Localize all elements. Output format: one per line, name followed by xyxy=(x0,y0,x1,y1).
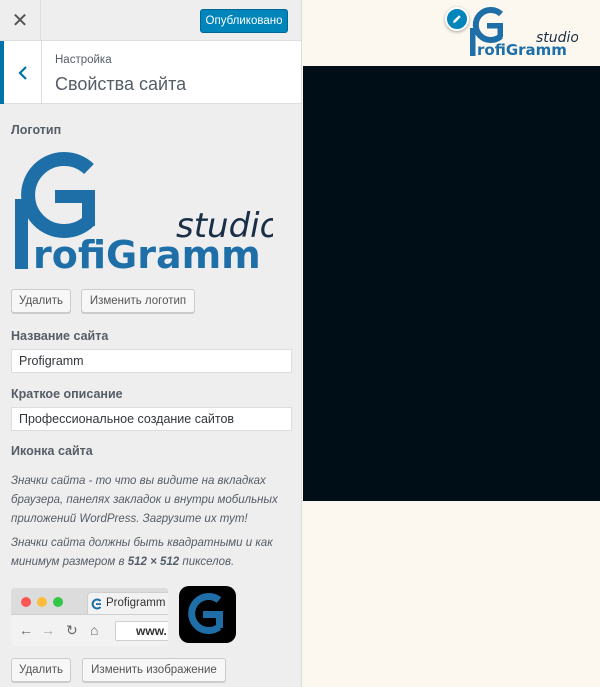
browser-url: www. xyxy=(115,621,168,641)
site-logo-image: studio rofiGramm xyxy=(15,152,273,273)
app-icon-preview xyxy=(179,586,236,643)
site-title-label: Название сайта xyxy=(11,329,109,343)
customizer-topbar: ✕ Опубликовано xyxy=(0,0,301,41)
tagline-label: Краткое описание xyxy=(11,387,123,401)
window-maximize-dot xyxy=(53,597,63,607)
section-title: Свойства сайта xyxy=(55,74,187,94)
browser-toolbar: ← → ↻ ⌂ www. xyxy=(11,614,168,646)
site-icon-label: Иконка сайта xyxy=(11,444,93,458)
home-icon: ⌂ xyxy=(90,622,99,638)
site-icon-size: 512 × 512 xyxy=(127,556,180,568)
site-icon-size-note: Значки сайта должны быть квадратными и к… xyxy=(11,537,273,568)
chevron-left-icon[interactable] xyxy=(0,41,42,104)
reload-icon: ↻ xyxy=(66,622,78,638)
site-preview: studio rofiGramm xyxy=(303,0,600,687)
close-icon[interactable]: ✕ xyxy=(0,0,41,41)
remove-logo-button[interactable]: Удалить xyxy=(11,289,71,313)
change-site-icon-button[interactable]: Изменить изображение xyxy=(82,658,226,682)
customizer-sidebar: ✕ Опубликовано Настройка Свойства сайта … xyxy=(0,0,302,687)
remove-site-icon-button[interactable]: Удалить xyxy=(11,658,71,682)
site-icon-description: Значки сайта - то что вы видите на вклад… xyxy=(11,475,278,525)
section-header: Настройка Свойства сайта xyxy=(0,41,301,104)
preview-site-logo: studio rofiGramm xyxy=(470,7,578,59)
site-title-input[interactable] xyxy=(11,349,292,373)
back-arrow-icon: ← xyxy=(19,622,33,638)
logo-label: Логотип xyxy=(11,123,62,137)
forward-arrow-icon: → xyxy=(41,622,55,638)
tagline-input[interactable] xyxy=(11,407,292,431)
browser-tab: Profigramm xyxy=(87,592,168,614)
favicon-icon xyxy=(91,598,102,610)
preview-logo-word-main: rofiGramm xyxy=(477,41,567,59)
window-close-dot xyxy=(21,597,31,607)
change-logo-button[interactable]: Изменить логотип xyxy=(81,289,195,313)
preview-hero-area xyxy=(303,66,600,501)
window-minimize-dot xyxy=(37,597,47,607)
browser-favicon-preview: Profigramm ← → ↻ ⌂ www. xyxy=(11,588,168,646)
logo-word-main: rofiGramm xyxy=(33,233,261,273)
publish-button[interactable]: Опубликовано xyxy=(200,9,288,33)
breadcrumb: Настройка xyxy=(55,54,112,66)
pencil-icon[interactable] xyxy=(445,7,469,31)
browser-tab-title: Profigramm xyxy=(106,597,166,609)
